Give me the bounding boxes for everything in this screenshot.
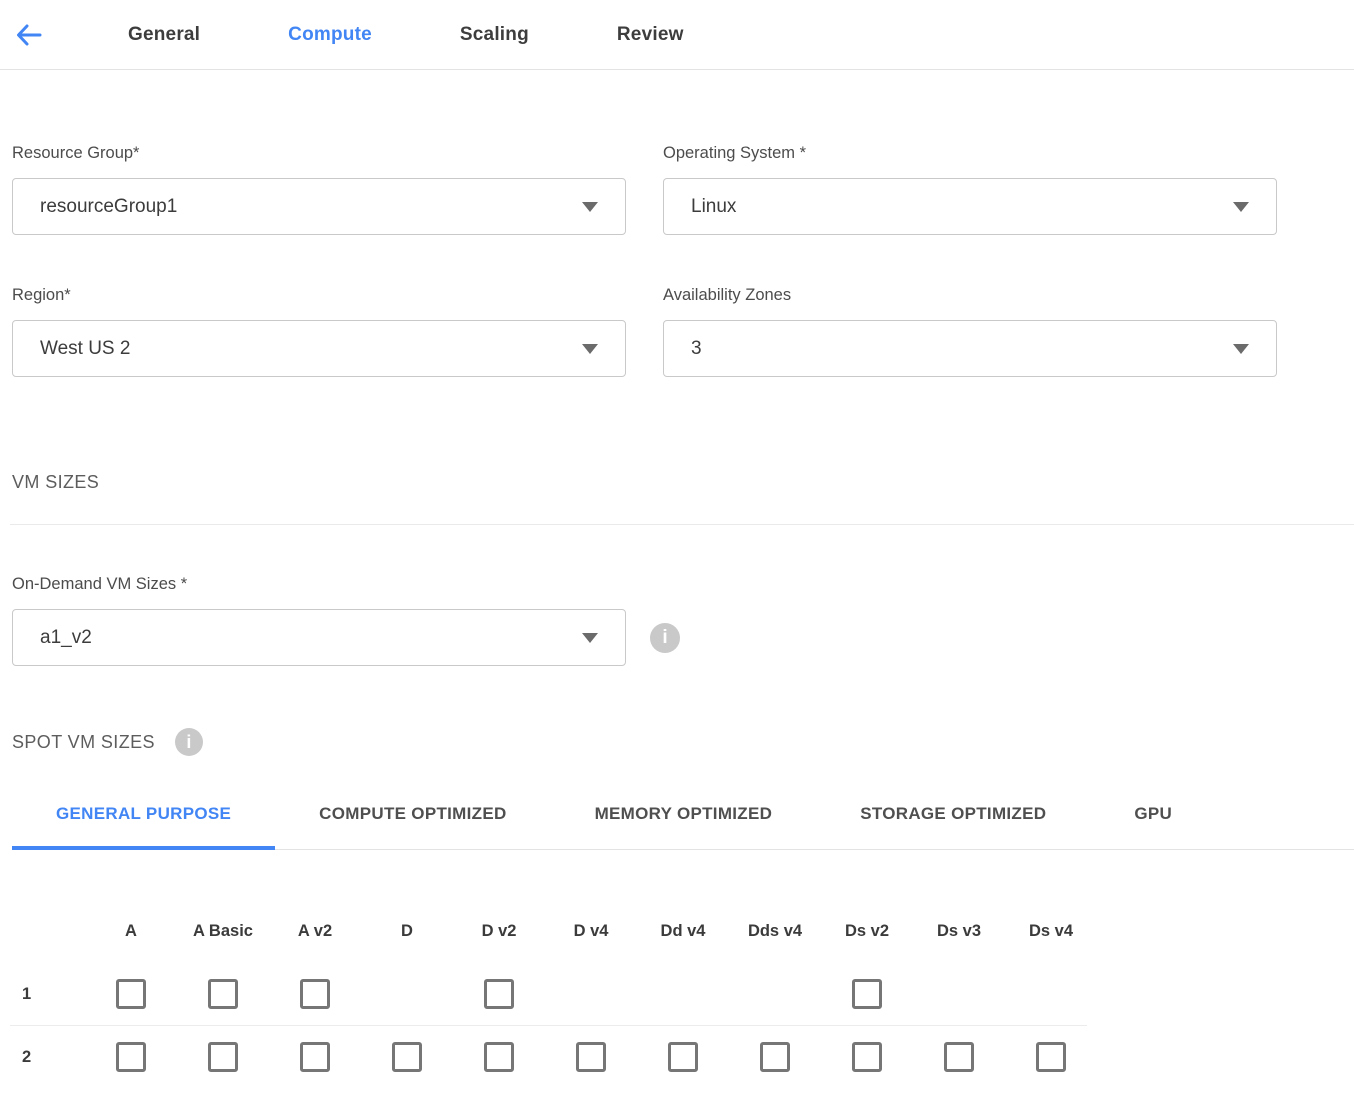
resource-group-select[interactable]: resourceGroup1 — [12, 178, 626, 235]
resource-group-label: Resource Group* — [12, 144, 626, 163]
compute-form: Resource Group* resourceGroup1 Operating… — [0, 144, 1354, 1088]
form-grid: Resource Group* resourceGroup1 Operating… — [12, 144, 1354, 377]
tab-gpu[interactable]: GPU — [1090, 788, 1216, 849]
column-header-a-basic: A Basic — [177, 922, 269, 941]
tab-compute[interactable]: Compute — [288, 24, 372, 46]
operating-system-select[interactable]: Linux — [663, 178, 1277, 235]
column-header-d-v2: D v2 — [453, 922, 545, 941]
availability-zones-value: 3 — [691, 338, 702, 360]
operating-system-value: Linux — [691, 196, 736, 218]
table-header-row: A A Basic A v2 D D v2 D v4 Dd v4 Dds v4 … — [12, 922, 1354, 941]
checkbox-row2-a-basic[interactable] — [208, 1042, 238, 1072]
chevron-down-icon — [582, 344, 598, 354]
column-header-a-v2: A v2 — [269, 922, 361, 941]
chevron-down-icon — [1233, 202, 1249, 212]
row-label: 2 — [12, 1048, 85, 1067]
chevron-down-icon — [582, 633, 598, 643]
region-value: West US 2 — [40, 338, 130, 360]
checkbox-row1-d-v2[interactable] — [484, 979, 514, 1009]
region-label: Region* — [12, 286, 626, 305]
section-divider — [10, 524, 1354, 525]
spot-vm-size-table: A A Basic A v2 D D v2 D v4 Dd v4 Dds v4 … — [12, 922, 1354, 1088]
tab-general[interactable]: General — [128, 24, 200, 46]
column-header-dd-v4: Dd v4 — [637, 922, 729, 941]
checkbox-row2-dd-v4[interactable] — [668, 1042, 698, 1072]
region-select[interactable]: West US 2 — [12, 320, 626, 377]
column-header-ds-v2: Ds v2 — [821, 922, 913, 941]
operating-system-label: Operating System * — [663, 144, 1277, 163]
column-header-d: D — [361, 922, 453, 941]
column-header-ds-v3: Ds v3 — [913, 922, 1005, 941]
wizard-steps: General Compute Scaling Review — [128, 24, 684, 46]
column-header-ds-v4: Ds v4 — [1005, 922, 1097, 941]
back-button[interactable] — [12, 18, 46, 52]
checkbox-row2-a[interactable] — [116, 1042, 146, 1072]
checkbox-row2-dds-v4[interactable] — [760, 1042, 790, 1072]
field-region: Region* West US 2 — [12, 286, 626, 377]
on-demand-vm-sizes-value: a1_v2 — [40, 627, 92, 649]
vm-sizes-section-title: VM SIZES — [12, 472, 1354, 493]
tab-general-purpose[interactable]: GENERAL PURPOSE — [12, 788, 275, 849]
row-label: 1 — [12, 985, 85, 1004]
tab-compute-optimized[interactable]: COMPUTE OPTIMIZED — [275, 788, 550, 849]
availability-zones-select[interactable]: 3 — [663, 320, 1277, 377]
checkbox-row2-ds-v3[interactable] — [944, 1042, 974, 1072]
spot-vm-sizes-section-title: SPOT VM SIZES — [12, 732, 155, 753]
column-header-dds-v4: Dds v4 — [729, 922, 821, 941]
spot-vm-category-tabs: GENERAL PURPOSE COMPUTE OPTIMIZED MEMORY… — [12, 788, 1354, 850]
table-row: 2 — [12, 1026, 1354, 1088]
checkbox-row2-a-v2[interactable] — [300, 1042, 330, 1072]
spot-vm-sizes-header: SPOT VM SIZES i — [12, 728, 1354, 756]
checkbox-row1-a-basic[interactable] — [208, 979, 238, 1009]
tab-memory-optimized[interactable]: MEMORY OPTIMIZED — [551, 788, 817, 849]
on-demand-vm-sizes-select[interactable]: a1_v2 — [12, 609, 626, 666]
column-header-d-v4: D v4 — [545, 922, 637, 941]
on-demand-vm-sizes-label: On-Demand VM Sizes * — [12, 575, 1354, 594]
chevron-down-icon — [1233, 344, 1249, 354]
availability-zones-label: Availability Zones — [663, 286, 1277, 305]
field-operating-system: Operating System * Linux — [663, 144, 1277, 235]
checkbox-row2-d-v4[interactable] — [576, 1042, 606, 1072]
chevron-down-icon — [582, 202, 598, 212]
table-row: 1 — [12, 963, 1354, 1025]
tab-scaling[interactable]: Scaling — [460, 24, 529, 46]
column-header-a: A — [85, 922, 177, 941]
checkbox-row1-a-v2[interactable] — [300, 979, 330, 1009]
tab-review[interactable]: Review — [617, 24, 684, 46]
checkbox-row2-ds-v4[interactable] — [1036, 1042, 1066, 1072]
field-resource-group: Resource Group* resourceGroup1 — [12, 144, 626, 235]
field-on-demand-vm-sizes: On-Demand VM Sizes * a1_v2 i — [12, 575, 1354, 666]
info-icon[interactable]: i — [650, 623, 680, 653]
checkbox-row1-a[interactable] — [116, 979, 146, 1009]
info-icon[interactable]: i — [175, 728, 203, 756]
checkbox-row2-d[interactable] — [392, 1042, 422, 1072]
top-navigation: General Compute Scaling Review — [0, 0, 1354, 70]
checkbox-row2-d-v2[interactable] — [484, 1042, 514, 1072]
tab-storage-optimized[interactable]: STORAGE OPTIMIZED — [816, 788, 1090, 849]
left-arrow-icon — [14, 20, 44, 50]
resource-group-value: resourceGroup1 — [40, 196, 177, 218]
field-availability-zones: Availability Zones 3 — [663, 286, 1277, 377]
checkbox-row2-ds-v2[interactable] — [852, 1042, 882, 1072]
checkbox-row1-ds-v2[interactable] — [852, 979, 882, 1009]
